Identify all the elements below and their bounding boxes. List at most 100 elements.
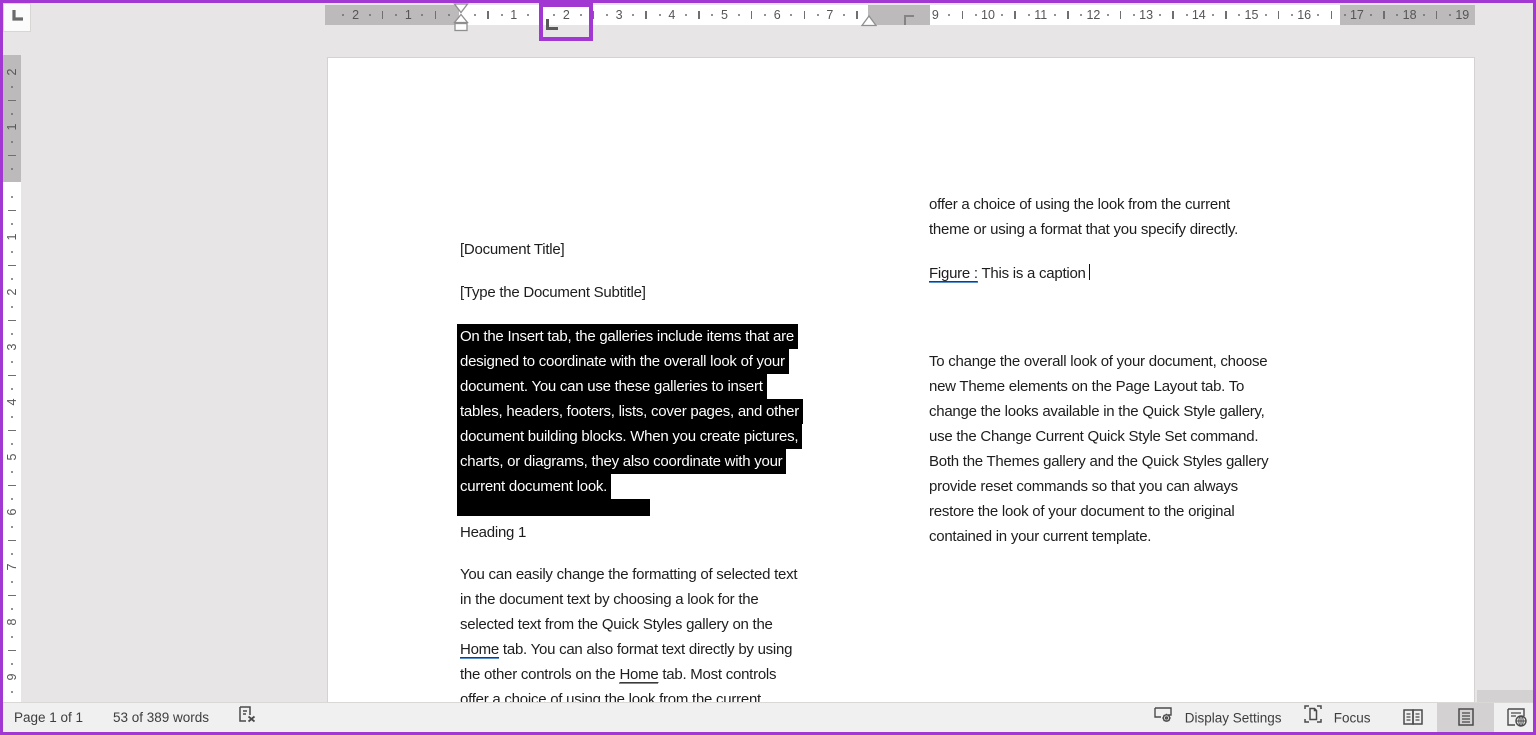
- caption-label-link[interactable]: Figure :: [929, 265, 978, 283]
- text-run: offer a choice of using the look from th…: [929, 196, 1230, 213]
- text-cursor: [1088, 264, 1091, 280]
- body-text-line[interactable]: restore the look of your document to the…: [929, 499, 1347, 524]
- selected-line[interactable]: document. You can use these galleries to…: [457, 374, 803, 399]
- ruler-number: 7: [826, 8, 834, 22]
- display-settings-icon: [1152, 703, 1175, 735]
- vertical-ruler[interactable]: 2 1 1 2 3 4 5 6 7 8 9: [3, 55, 21, 702]
- ruler-tick: [750, 11, 753, 19]
- web-layout-button[interactable]: [1498, 703, 1536, 733]
- horizontal-ruler[interactable]: 2 1 1 2 3 4 5 6 7 9 10 11 12 13 14 15 16 17 18 19: [325, 3, 1475, 32]
- body-text-line[interactable]: new Theme elements on the Page Layout ta…: [929, 374, 1347, 399]
- ruler-number: 1: [5, 233, 19, 241]
- text-run: offer a choice of using the look from th…: [460, 691, 761, 702]
- ruler-number: 1: [404, 8, 412, 22]
- document-title[interactable]: [Document Title]: [460, 237, 878, 262]
- ruler-number: 7: [5, 563, 19, 571]
- selected-text: document building blocks. When you creat…: [457, 424, 803, 449]
- ruler-tick: [1067, 11, 1069, 19]
- ruler-number: 2: [5, 68, 19, 76]
- column-margin-marker[interactable]: [904, 15, 914, 25]
- ruler-tick: [11, 690, 13, 693]
- focus-icon: [1302, 703, 1324, 735]
- body-text-line[interactable]: the other controls on the Home tab. Most…: [460, 662, 878, 687]
- right-indent-marker[interactable]: [860, 14, 878, 32]
- selected-line[interactable]: current document look.: [457, 474, 803, 499]
- ruler-tick: [856, 11, 858, 19]
- read-mode-icon: [1401, 706, 1427, 731]
- body-text-line[interactable]: provide reset commands so that you can a…: [929, 474, 1347, 499]
- ruler-tick: [8, 374, 16, 376]
- ruler-tick: [1014, 11, 1016, 19]
- text-run: theme or using a format that you specify…: [929, 221, 1239, 238]
- ruler-number: 2: [352, 8, 360, 22]
- ruler-tick: [8, 154, 16, 156]
- selected-line[interactable]: document building blocks. When you creat…: [457, 424, 803, 449]
- hyperlink[interactable]: Home: [460, 641, 499, 659]
- ruler-tick: [764, 14, 767, 16]
- document-page[interactable]: [Document Title] [Type the Document Subt…: [327, 57, 1475, 702]
- body-text-line[interactable]: theme or using a format that you specify…: [929, 217, 1347, 242]
- ruler-tick: [11, 525, 13, 528]
- ruler-tick: [8, 319, 16, 321]
- ruler-tick: [8, 539, 16, 541]
- selected-paragraph[interactable]: On the Insert tab, the galleries include…: [457, 324, 803, 516]
- ruler-number: 1: [5, 123, 19, 131]
- selected-text: document. You can use these galleries to…: [457, 374, 767, 399]
- ruler-tick: [8, 594, 16, 596]
- selected-text: designed to coordinate with the overall …: [457, 349, 789, 374]
- selected-text: current document look.: [457, 474, 612, 499]
- body-text-line[interactable]: selected text from the Quick Styles gall…: [460, 612, 878, 637]
- body-text-line[interactable]: You can easily change the formatting of …: [460, 562, 878, 587]
- indent-marker[interactable]: [453, 3, 469, 38]
- hyperlink[interactable]: Home: [619, 666, 659, 684]
- read-mode-button[interactable]: [1392, 703, 1436, 733]
- focus-button[interactable]: Focus: [1302, 703, 1371, 733]
- body-text-line[interactable]: Home tab. You can also format text direc…: [460, 637, 878, 662]
- body-text-line[interactable]: contained in your current template.: [929, 524, 1347, 549]
- selected-paragraph-mark: [457, 499, 650, 516]
- ruler-tick: [1106, 14, 1109, 16]
- ruler-number: 6: [773, 8, 781, 22]
- heading-1[interactable]: Heading 1: [460, 520, 878, 545]
- tab-selector-button[interactable]: [3, 3, 31, 32]
- body-text-line[interactable]: in the document text by choosing a look …: [460, 587, 878, 612]
- text-run: the other controls on the: [460, 666, 620, 683]
- display-settings-button[interactable]: Display Settings: [1152, 703, 1282, 733]
- ruler-tick: [803, 11, 806, 19]
- ruler-number: 18: [1402, 8, 1417, 22]
- figure-caption[interactable]: Figure : This is a caption: [929, 261, 1347, 286]
- ruler-tick: [974, 14, 977, 16]
- proofing-errors-button[interactable]: [236, 703, 264, 733]
- ruler-number: 19: [1455, 8, 1470, 22]
- text-run: To change the overall look of your docum…: [929, 353, 1268, 370]
- web-layout-icon: [1505, 706, 1529, 731]
- selected-line[interactable]: charts, or diagrams, they also coordinat…: [457, 449, 803, 474]
- ruler-tick: [658, 14, 661, 16]
- ruler-tick: [11, 113, 13, 116]
- ruler-number: 4: [5, 398, 19, 406]
- body-text-line[interactable]: use the Change Current Quick Style Set c…: [929, 424, 1347, 449]
- ruler-tick: [605, 14, 608, 16]
- body-text-line[interactable]: Both the Themes gallery and the Quick St…: [929, 449, 1347, 474]
- print-layout-button[interactable]: [1437, 703, 1494, 733]
- selected-line[interactable]: On the Insert tab, the galleries include…: [457, 324, 803, 349]
- ruler-number: 10: [981, 8, 995, 22]
- ruler-tick: [1396, 14, 1399, 16]
- ruler-tick: [1291, 14, 1294, 16]
- document-subtitle[interactable]: [Type the Document Subtitle]: [460, 280, 878, 305]
- text-run: Both the Themes gallery and the Quick St…: [929, 453, 1269, 470]
- selected-line[interactable]: designed to coordinate with the overall …: [457, 349, 803, 374]
- ruler-tick: [11, 470, 13, 473]
- page-number-indicator[interactable]: Page 1 of 1: [14, 703, 83, 733]
- selected-line[interactable]: tables, headers, footers, lists, cover p…: [457, 399, 803, 424]
- body-text-line[interactable]: offer a choice of using the look from th…: [929, 192, 1347, 217]
- body-text-line[interactable]: To change the overall look of your docum…: [929, 349, 1347, 374]
- ruler-tick: [1264, 14, 1267, 16]
- body-text-line[interactable]: offer a choice of using the look from th…: [460, 687, 878, 702]
- text-run: new Theme elements on the Page Layout ta…: [929, 378, 1245, 395]
- ruler-tick: [11, 415, 13, 418]
- ruler-number: 13: [1139, 8, 1154, 22]
- body-text-line[interactable]: change the looks available in the Quick …: [929, 399, 1347, 424]
- ruler-tick: [1211, 14, 1214, 16]
- word-count-indicator[interactable]: 53 of 389 words: [113, 703, 209, 733]
